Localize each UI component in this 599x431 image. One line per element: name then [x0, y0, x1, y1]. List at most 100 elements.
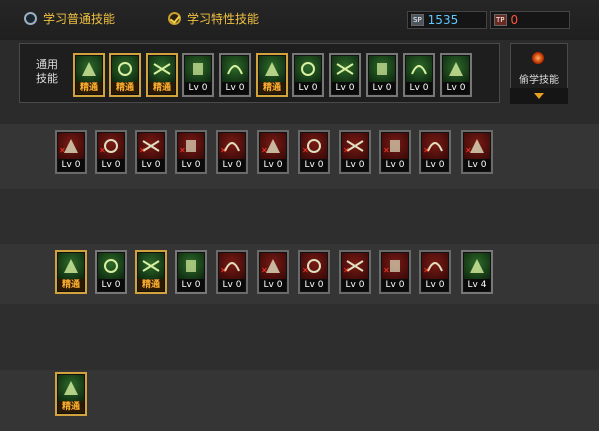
row1-skill-6[interactable]: ✕ Lv 0: [257, 130, 289, 174]
row1-skill-3[interactable]: ✕ Lv 0: [135, 130, 167, 174]
skill-level-label: 精通: [259, 82, 285, 94]
row1-skill-1[interactable]: ✕ Lv 0: [55, 130, 87, 174]
sp-points: SP 1535: [407, 11, 487, 29]
skill-row-3-bg: [0, 370, 599, 431]
skill-level-label: Lv 0: [406, 82, 432, 94]
common-skill-4[interactable]: Lv 0: [182, 53, 214, 97]
locked-icon: ✕: [220, 146, 227, 155]
locked-icon: ✕: [261, 266, 268, 275]
skill-level-label: Lv 0: [382, 159, 408, 171]
skill-level-label: Lv 0: [219, 279, 245, 291]
locked-icon: ✕: [220, 266, 227, 275]
skill-level-label: Lv 0: [342, 159, 368, 171]
common-skill-6[interactable]: 精通: [256, 53, 288, 97]
skill-icon: [149, 56, 175, 83]
skill-level-label: Lv 0: [138, 159, 164, 171]
skill-level-label: Lv 0: [178, 279, 204, 291]
skill-level-label: 精通: [112, 82, 138, 94]
tp-tag-icon: TP: [494, 14, 507, 26]
locked-icon: ✕: [261, 146, 268, 155]
skill-level-label: Lv 0: [178, 159, 204, 171]
row2-skill-6[interactable]: ✕ Lv 0: [257, 250, 289, 294]
skill-level-label: 精通: [76, 82, 102, 94]
common-skill-7[interactable]: Lv 0: [292, 53, 324, 97]
common-skill-8[interactable]: Lv 0: [329, 53, 361, 97]
skill-icon: [443, 56, 469, 83]
row3-skill-1[interactable]: 精通: [55, 372, 87, 416]
row1-skill-4[interactable]: ✕ Lv 0: [175, 130, 207, 174]
common-skill-10[interactable]: Lv 0: [403, 53, 435, 97]
common-skills-title: 通用技能: [36, 58, 58, 85]
row2-skill-9[interactable]: ✕ Lv 0: [379, 250, 411, 294]
locked-icon: ✕: [465, 146, 472, 155]
row1-skill-9[interactable]: ✕ Lv 0: [379, 130, 411, 174]
tp-points: TP 0: [490, 11, 570, 29]
skill-icon: [185, 56, 211, 83]
locked-icon: ✕: [302, 146, 309, 155]
tab-common-skills[interactable]: 学习普通技能: [24, 10, 115, 27]
skill-level-label: Lv 0: [260, 279, 286, 291]
skill-icon: [259, 56, 285, 83]
row1-skill-10[interactable]: ✕ Lv 0: [419, 130, 451, 174]
row2-skill-3[interactable]: 精通: [135, 250, 167, 294]
locked-icon: ✕: [343, 266, 350, 275]
locked-icon: ✕: [383, 266, 390, 275]
row1-skill-5[interactable]: ✕ Lv 0: [216, 130, 248, 174]
skill-level-label: Lv 0: [219, 159, 245, 171]
skill-icon: [406, 56, 432, 83]
row1-skill-8[interactable]: ✕ Lv 0: [339, 130, 371, 174]
radio-unselected-icon: [24, 12, 37, 25]
locked-icon: ✕: [99, 146, 106, 155]
common-skill-5[interactable]: Lv 0: [219, 53, 251, 97]
sp-value: 1535: [427, 13, 459, 27]
steal-skill-icon: [532, 52, 544, 64]
common-skill-9[interactable]: Lv 0: [366, 53, 398, 97]
skill-level-label: Lv 0: [185, 82, 211, 94]
skill-level-label: Lv 0: [422, 279, 448, 291]
skill-level-label: Lv 0: [260, 159, 286, 171]
tab-special-skills[interactable]: 学习特性技能: [168, 10, 259, 27]
skill-icon: [58, 253, 84, 280]
common-skill-11[interactable]: Lv 0: [440, 53, 472, 97]
locked-icon: ✕: [423, 146, 430, 155]
row2-skill-1[interactable]: 精通: [55, 250, 87, 294]
tp-value: 0: [510, 13, 519, 27]
skill-level-label: Lv 0: [301, 159, 327, 171]
row1-skill-7[interactable]: ✕ Lv 0: [298, 130, 330, 174]
skill-level-label: Lv 0: [422, 159, 448, 171]
skill-level-label: Lv 0: [98, 159, 124, 171]
skill-level-label: Lv 0: [382, 279, 408, 291]
common-skill-1[interactable]: 精通: [73, 53, 105, 97]
row2-skill-4[interactable]: Lv 0: [175, 250, 207, 294]
skill-level-label: Lv 0: [464, 159, 490, 171]
common-skill-3[interactable]: 精通: [146, 53, 178, 97]
row2-skill-11[interactable]: Lv 4: [461, 250, 493, 294]
skill-icon: [76, 56, 102, 83]
expand-arrow-button[interactable]: [510, 88, 568, 104]
skill-level-label: Lv 0: [332, 82, 358, 94]
skill-icon: [332, 56, 358, 83]
skill-row-empty-bg: [0, 189, 599, 244]
common-skill-2[interactable]: 精通: [109, 53, 141, 97]
row1-skill-11[interactable]: ✕ Lv 0: [461, 130, 493, 174]
skill-icon: [222, 56, 248, 83]
locked-icon: ✕: [383, 146, 390, 155]
skill-level-label: Lv 0: [98, 279, 124, 291]
locked-icon: ✕: [423, 266, 430, 275]
row2-skill-5[interactable]: ✕ Lv 0: [216, 250, 248, 294]
locked-icon: ✕: [59, 146, 66, 155]
tab-special-label: 学习特性技能: [187, 12, 260, 26]
row1-skill-2[interactable]: ✕ Lv 0: [95, 130, 127, 174]
locked-icon: ✕: [139, 146, 146, 155]
row2-skill-8[interactable]: ✕ Lv 0: [339, 250, 371, 294]
skill-icon: [178, 253, 204, 280]
skill-icon: [58, 375, 84, 402]
skill-level-label: Lv 0: [301, 279, 327, 291]
row2-skill-10[interactable]: ✕ Lv 0: [419, 250, 451, 294]
steal-skill-label: 偷学技能: [519, 75, 559, 86]
row2-skill-7[interactable]: ✕ Lv 0: [298, 250, 330, 294]
skill-icon: [98, 253, 124, 280]
row2-skill-2[interactable]: Lv 0: [95, 250, 127, 294]
skill-level-label: 精通: [58, 401, 84, 413]
tab-common-label: 学习普通技能: [43, 12, 116, 26]
